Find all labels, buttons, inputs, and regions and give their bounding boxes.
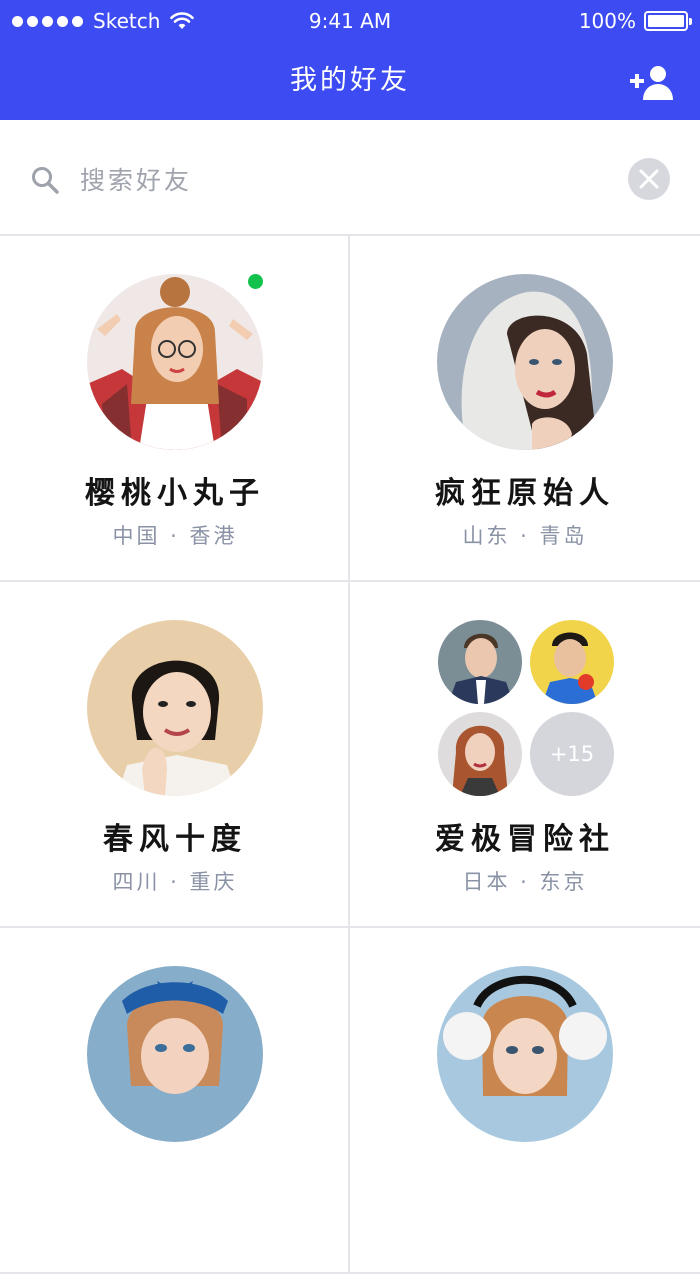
search-bar bbox=[0, 120, 700, 236]
friend-name: 疯狂原始人 bbox=[435, 476, 615, 511]
status-right: 100% bbox=[578, 9, 692, 33]
avatar bbox=[87, 274, 263, 450]
friend-location: 日本 · 东京 bbox=[462, 870, 588, 894]
avatar bbox=[87, 966, 263, 1142]
search-input[interactable] bbox=[78, 158, 598, 202]
app-header: Sketch 9:41 AM 100% 我的好友 bbox=[0, 0, 700, 120]
friend-card[interactable]: 樱桃小丸子 中国 · 香港 bbox=[0, 236, 350, 582]
battery-percent: 100% bbox=[578, 9, 636, 33]
friend-card[interactable]: 春风十度 四川 · 重庆 bbox=[0, 582, 350, 928]
avatar bbox=[438, 620, 522, 704]
group-avatars: +15 bbox=[438, 620, 614, 796]
add-user-icon bbox=[630, 66, 673, 100]
avatar bbox=[437, 966, 613, 1142]
friend-card[interactable]: +15 爱极冒险社 日本 · 东京 bbox=[350, 582, 700, 928]
battery-icon bbox=[644, 11, 692, 31]
friends-grid: 樱桃小丸子 中国 · 香港 疯狂原始人 山东 · 青岛 春风十度 四川 · 重庆… bbox=[0, 236, 700, 1274]
add-user-button[interactable] bbox=[630, 64, 674, 100]
avatar bbox=[438, 712, 522, 796]
avatar bbox=[530, 620, 614, 704]
search-icon bbox=[32, 167, 59, 194]
friend-name: 春风十度 bbox=[103, 822, 247, 857]
avatar bbox=[87, 620, 263, 796]
friend-card[interactable]: 疯狂原始人 山东 · 青岛 bbox=[350, 236, 700, 582]
friend-name: 樱桃小丸子 bbox=[85, 476, 265, 511]
friend-location: 山东 · 青岛 bbox=[462, 524, 588, 548]
friend-name: 爱极冒险社 bbox=[435, 822, 615, 857]
friend-location: 中国 · 香港 bbox=[112, 524, 238, 548]
close-icon bbox=[639, 169, 659, 189]
avatar bbox=[437, 274, 613, 450]
status-bar: Sketch 9:41 AM 100% bbox=[0, 0, 700, 44]
clear-search-button[interactable] bbox=[628, 158, 670, 200]
friend-card[interactable] bbox=[350, 928, 700, 1274]
more-members-count: +15 bbox=[530, 712, 614, 796]
friend-location: 四川 · 重庆 bbox=[112, 870, 238, 894]
friend-card[interactable] bbox=[0, 928, 350, 1274]
page-title: 我的好友 bbox=[290, 65, 410, 96]
online-status-dot bbox=[248, 274, 263, 289]
